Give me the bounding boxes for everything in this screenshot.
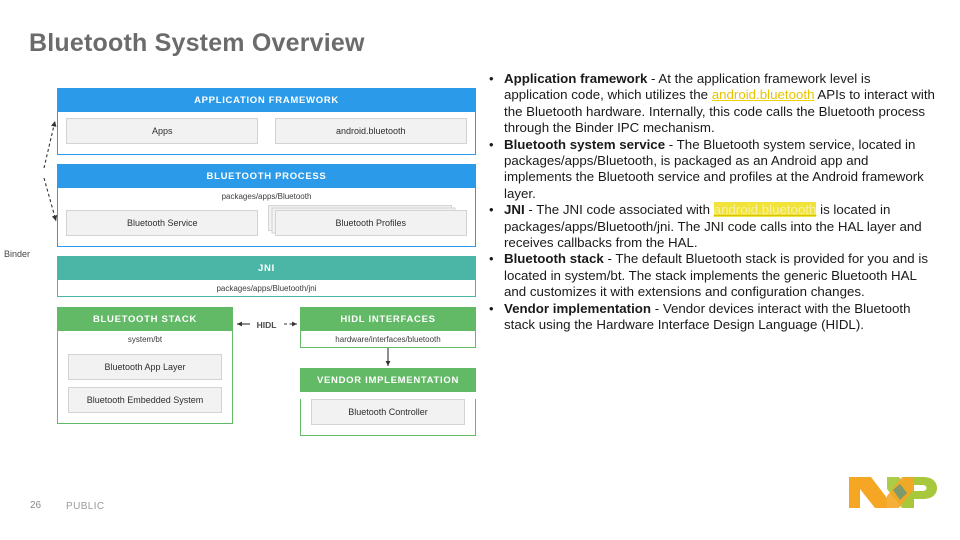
bullet-marker: •	[489, 300, 494, 316]
hidl-connector: HIDL	[236, 307, 298, 330]
list-item: • Vendor implementation - Vendor devices…	[489, 301, 935, 334]
application-framework-boxes: Apps android.bluetooth	[58, 112, 475, 154]
bluetooth-stack-body: system/bt Bluetooth App Layer Bluetooth …	[57, 331, 233, 424]
bluetooth-stack-boxes: Bluetooth App Layer Bluetooth Embedded S…	[58, 354, 232, 423]
jni-block: JNI packages/apps/Bluetooth/jni	[57, 256, 476, 297]
bullet-text: JNI - The JNI code associated with andro…	[504, 202, 935, 251]
down-arrow-icon	[385, 348, 391, 366]
bluetooth-controller-box: Bluetooth Controller	[311, 399, 465, 425]
vendor-implementation-header: VENDOR IMPLEMENTATION	[300, 368, 476, 392]
hidl-interfaces-path: hardware/interfaces/bluetooth	[335, 335, 441, 344]
bluetooth-process-header: BLUETOOTH PROCESS	[57, 164, 476, 188]
list-item: • Application framework - At the applica…	[489, 71, 935, 137]
bullet-term: Bluetooth stack	[504, 251, 604, 267]
vendor-implementation-boxes: Bluetooth Controller	[301, 399, 475, 435]
jni-body: packages/apps/Bluetooth/jni	[57, 280, 476, 297]
hidl-to-vendor-connector	[300, 348, 476, 368]
hidl-interfaces-block: HIDL INTERFACES hardware/interfaces/blue…	[300, 307, 476, 348]
application-framework-block: APPLICATION FRAMEWORK Apps android.bluet…	[57, 88, 476, 155]
bluetooth-stack-header: BLUETOOTH STACK	[57, 307, 233, 331]
apps-box: Apps	[66, 118, 259, 144]
bullet-term: Vendor implementation	[504, 300, 652, 316]
bullet-marker: •	[489, 202, 494, 218]
list-item: • Bluetooth system service - The Bluetoo…	[489, 137, 935, 203]
diagram-right-column: HIDL INTERFACES hardware/interfaces/blue…	[300, 307, 476, 436]
bluetooth-profiles-box: Bluetooth Profiles	[274, 210, 467, 236]
nxp-logo	[849, 477, 937, 508]
bullet-marker: •	[489, 136, 494, 152]
list-item: • JNI - The JNI code associated with and…	[489, 202, 935, 251]
bluetooth-architecture-diagram: Binder APPLICATION FRAMEWORK Apps androi…	[0, 88, 480, 436]
bullet-text: Application framework - At the applicati…	[504, 71, 935, 137]
bluetooth-stack-block: BLUETOOTH STACK system/bt Bluetooth App …	[57, 307, 233, 424]
jni-path: packages/apps/Bluetooth/jni	[216, 284, 317, 293]
bullet-marker: •	[489, 71, 494, 86]
bullet-marker: •	[489, 251, 494, 267]
bullet-term: Application framework	[504, 71, 648, 86]
bluetooth-stack-path: system/bt	[127, 335, 163, 344]
hidl-interfaces-header: HIDL INTERFACES	[300, 307, 476, 331]
android-bluetooth-link[interactable]: android.bluetooth	[713, 202, 817, 218]
bluetooth-process-body: packages/apps/Bluetooth Bluetooth Servic…	[57, 188, 476, 247]
bluetooth-service-box: Bluetooth Service	[66, 210, 259, 236]
bullet-text: Bluetooth stack - The default Bluetooth …	[504, 251, 935, 300]
hidl-arrows-icon	[236, 321, 297, 327]
bluetooth-process-boxes: Bluetooth Service Bluetooth Profiles	[58, 204, 475, 246]
bluetooth-process-path: packages/apps/Bluetooth	[221, 192, 312, 201]
android-bluetooth-box: android.bluetooth	[274, 118, 467, 144]
bullet-text: Bluetooth system service - The Bluetooth…	[504, 137, 935, 203]
bluetooth-profiles-stack: Bluetooth Profiles	[267, 205, 467, 236]
hidl-interfaces-body: hardware/interfaces/bluetooth	[300, 331, 476, 348]
bullet-text: Vendor implementation - Vendor devices i…	[504, 301, 935, 334]
android-bluetooth-link[interactable]: android.bluetooth	[712, 87, 815, 102]
bluetooth-process-block: BLUETOOTH PROCESS packages/apps/Bluetoot…	[57, 164, 476, 247]
vendor-implementation-block: VENDOR IMPLEMENTATION Bluetooth Controll…	[300, 368, 476, 436]
classification-label: PUBLIC	[66, 501, 105, 512]
list-item: • Bluetooth stack - The default Bluetoot…	[489, 251, 935, 300]
bullet-body-1: - The JNI code associated with	[524, 202, 714, 218]
diagram-left-column: APPLICATION FRAMEWORK Apps android.bluet…	[57, 88, 476, 297]
diagram-bottom-row: BLUETOOTH STACK system/bt Bluetooth App …	[57, 307, 476, 436]
bullet-list: • Application framework - At the applica…	[489, 71, 935, 334]
page-number: 26	[30, 500, 42, 511]
vendor-implementation-body: Bluetooth Controller	[300, 399, 476, 436]
jni-header: JNI	[57, 256, 476, 280]
page-title: Bluetooth System Overview	[29, 29, 365, 57]
bullet-term: JNI	[504, 202, 525, 218]
bluetooth-embedded-system-box: Bluetooth Embedded System	[68, 387, 222, 413]
application-framework-body: Apps android.bluetooth	[57, 112, 476, 155]
application-framework-header: APPLICATION FRAMEWORK	[57, 88, 476, 112]
bullet-term: Bluetooth system service	[504, 136, 666, 152]
bluetooth-app-layer-box: Bluetooth App Layer	[68, 354, 222, 380]
